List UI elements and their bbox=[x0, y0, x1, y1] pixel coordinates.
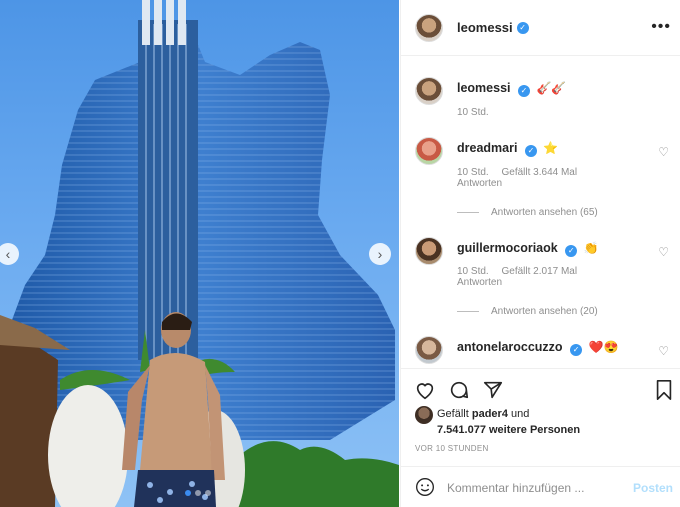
comment-time: 10 Std. bbox=[457, 266, 489, 277]
avatar[interactable] bbox=[415, 77, 443, 105]
heart-icon[interactable]: ♡ bbox=[658, 145, 669, 159]
avatar[interactable] bbox=[415, 406, 433, 424]
action-bar bbox=[401, 368, 680, 412]
liked-by-line: Gefällt pader4 und bbox=[437, 408, 529, 420]
post-timestamp: VOR 10 STUNDEN bbox=[415, 444, 489, 453]
comment-text: ❤️😍 bbox=[588, 340, 619, 354]
comment-icon[interactable] bbox=[448, 379, 470, 401]
comment-reply-row: Antworten bbox=[457, 277, 512, 288]
send-icon[interactable] bbox=[482, 379, 504, 401]
comment-meta: 10 Std. Gefällt 2.017 Mal bbox=[457, 266, 587, 277]
liked-by-user[interactable]: pader4 bbox=[472, 408, 508, 420]
liked-by-suffix: und bbox=[507, 408, 530, 420]
caption-text: 🎸🎸 bbox=[536, 81, 567, 95]
reply-link[interactable]: Antworten bbox=[457, 178, 502, 189]
carousel-dot bbox=[205, 490, 211, 496]
likes-count[interactable]: 7.541.077 weitere Personen bbox=[437, 424, 580, 436]
caption-username[interactable]: leomessi bbox=[457, 81, 511, 95]
comment-username[interactable]: dreadmari bbox=[457, 141, 517, 155]
verified-badge-icon: ✓ bbox=[524, 145, 537, 157]
post-header: leomessi ✓ ••• bbox=[401, 0, 680, 56]
caption: leomessi ✓ 🎸🎸 10 Std. bbox=[415, 77, 677, 127]
author-username[interactable]: leomessi bbox=[457, 20, 513, 35]
post-side-panel: leomessi ✓ ••• leomessi ✓ 🎸🎸 10 Std. dre… bbox=[400, 0, 680, 507]
bookmark-icon[interactable] bbox=[654, 379, 674, 401]
verified-badge-icon: ✓ bbox=[518, 85, 530, 97]
chevron-right-icon: › bbox=[377, 246, 383, 262]
comment-time: 10 Std. bbox=[457, 167, 489, 178]
comment-row: guillermocoriaok ✓ 👏 ♡ 10 Std. Gefällt 2… bbox=[415, 237, 677, 327]
caption-body: leomessi ✓ 🎸🎸 bbox=[457, 81, 657, 97]
view-replies[interactable]: Antworten ansehen (65) bbox=[457, 207, 598, 218]
avatar[interactable] bbox=[415, 137, 443, 165]
next-photo-button[interactable]: › bbox=[369, 243, 391, 265]
comment-meta: 10 Std. Gefällt 3.644 Mal bbox=[457, 167, 587, 178]
avatar[interactable] bbox=[415, 336, 443, 364]
emoji-icon[interactable] bbox=[415, 477, 435, 497]
comment-username[interactable]: guillermocoriaok bbox=[457, 241, 558, 255]
view-replies-label[interactable]: Antworten ansehen (20) bbox=[491, 306, 598, 317]
guitar-hotel-photo bbox=[0, 0, 399, 507]
divider bbox=[457, 311, 479, 312]
heart-icon[interactable]: ♡ bbox=[658, 344, 669, 358]
comment-row: dreadmari ✓ ⭐ ♡ 10 Std. Gefällt 3.644 Ma… bbox=[415, 137, 677, 227]
view-replies-label[interactable]: Antworten ansehen (65) bbox=[491, 207, 598, 218]
likes-count-line[interactable]: 7.541.077 weitere Personen bbox=[437, 424, 580, 436]
avatar[interactable] bbox=[415, 13, 443, 42]
comment-composer: Kommentar hinzufügen ... Posten bbox=[401, 466, 680, 507]
heart-icon[interactable]: ♡ bbox=[658, 245, 669, 259]
avatar[interactable] bbox=[415, 237, 443, 265]
carousel-dot bbox=[185, 490, 191, 496]
verified-badge-icon: ✓ bbox=[565, 245, 578, 257]
comment-row: antonelaroccuzzo ✓ ❤️😍 ♡ bbox=[415, 336, 677, 366]
comment-text: ⭐ bbox=[543, 141, 559, 155]
caption-meta: 10 Std. bbox=[457, 107, 499, 118]
comment-reply-row: Antworten bbox=[457, 178, 512, 189]
comment-body: guillermocoriaok ✓ 👏 bbox=[457, 241, 657, 257]
divider bbox=[457, 212, 479, 213]
reply-link[interactable]: Antworten bbox=[457, 277, 502, 288]
caption-time: 10 Std. bbox=[457, 107, 489, 118]
comment-body: dreadmari ✓ ⭐ bbox=[457, 141, 657, 157]
verified-badge-icon: ✓ bbox=[516, 21, 529, 34]
post-button[interactable]: Posten bbox=[633, 481, 673, 495]
comment-text: 👏 bbox=[583, 241, 599, 255]
carousel-dot bbox=[195, 490, 201, 496]
verified-badge-icon: ✓ bbox=[570, 344, 583, 356]
heart-icon[interactable] bbox=[414, 379, 436, 401]
comment-username[interactable]: antonelaroccuzzo bbox=[457, 340, 563, 354]
liked-by-prefix: Gefällt bbox=[437, 408, 472, 420]
more-dots-icon[interactable]: ••• bbox=[651, 18, 671, 36]
comment-likes[interactable]: Gefällt 3.644 Mal bbox=[501, 167, 577, 178]
chevron-left-icon: ‹ bbox=[5, 246, 11, 262]
view-replies[interactable]: Antworten ansehen (20) bbox=[457, 306, 598, 317]
comment-body: antonelaroccuzzo ✓ ❤️😍 bbox=[457, 340, 657, 356]
comment-input[interactable]: Kommentar hinzufügen ... bbox=[447, 481, 584, 495]
carousel-indicator bbox=[185, 490, 211, 496]
post-photo[interactable]: ‹ › bbox=[0, 0, 399, 507]
comment-likes[interactable]: Gefällt 2.017 Mal bbox=[501, 266, 577, 277]
